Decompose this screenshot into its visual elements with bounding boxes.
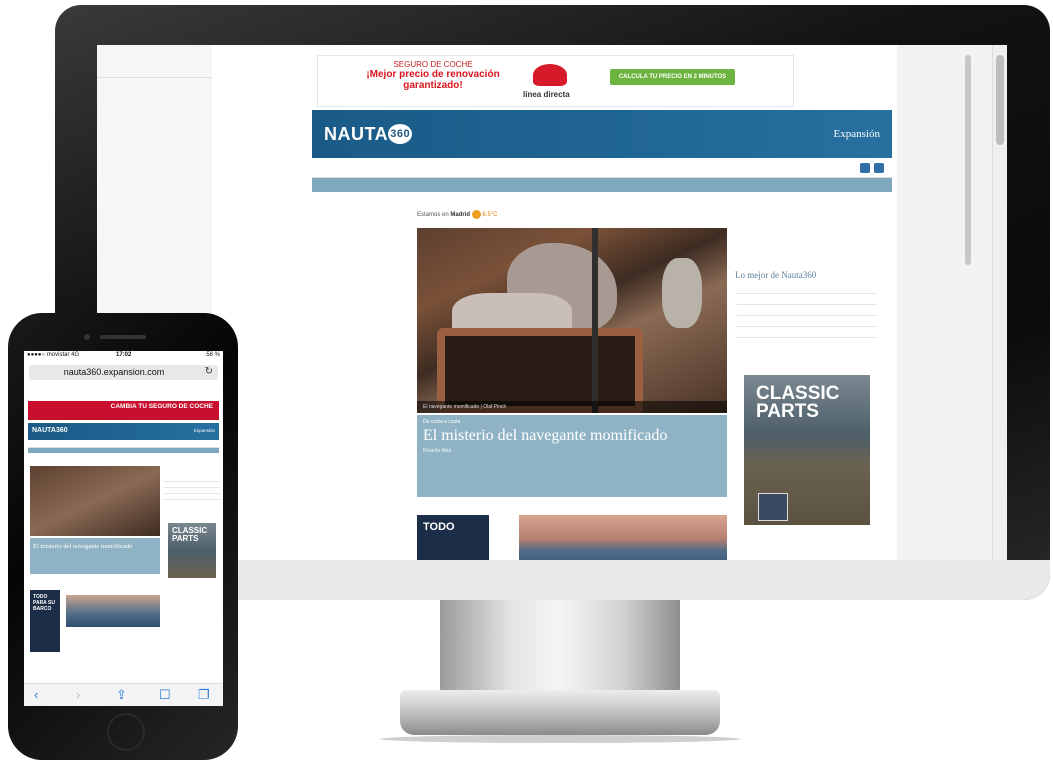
logo-text: NAUTA [324,124,389,144]
sidebar-item[interactable] [737,327,877,338]
sidebar-title: Lo mejor de Nauta360 [735,270,817,280]
ad-brand: línea directa [523,90,570,99]
nav-item[interactable] [316,170,329,176]
url-text[interactable]: nauta360.expansion.com [29,367,199,377]
mobile-ad-banner[interactable]: CAMBIA TU SEGURO DE COCHE [28,401,219,420]
weather-temp: 6.5°C [482,212,498,219]
safari-toolbar: ‹ › ⇪ ☐ ❐ [24,683,223,706]
back-icon[interactable]: ‹ [34,687,38,702]
sidebar-item[interactable] [164,494,220,500]
ad-headline: ¡Mejor precio de renovación garantizado! [366,69,500,91]
page-scrollbar[interactable] [965,55,971,265]
photo-shape [592,228,598,413]
mobile-site-header: NAUTA360 Expansión [28,423,219,440]
mobile-secondary-nav[interactable] [28,448,219,453]
mobile-magazine-title: CLASSIC PARTS [172,526,208,543]
address-bar[interactable]: nauta360.expansion.com ↻ [29,365,218,380]
article-kicker: De costa a costa [423,419,461,425]
featured-article[interactable]: De costa a costa El misterio del navegan… [417,415,727,497]
ad-cta-button[interactable]: CALCULA TU PRECIO EN 2 MINUTOS [610,69,735,85]
mobile-featured-article[interactable]: El misterio del navegante momificado [30,538,160,574]
monitor-stand-neck [440,600,680,695]
earpiece-speaker [100,335,146,339]
carrier-label: ●●●●○ movistar 4G [27,352,80,358]
photo-caption: El navegante momificado | Olaf Pinch [417,401,727,413]
site-header: NAUTA 360 Expansión [312,110,892,158]
forward-icon[interactable]: › [76,687,80,702]
facebook-icon[interactable] [874,163,884,173]
reload-icon[interactable]: ↻ [205,366,213,377]
ad-line1: SEGURO DE COCHE [393,60,473,69]
share-icon[interactable]: ⇪ [116,687,127,703]
clock: 17:02 [116,352,132,358]
secondary-nav [312,178,892,192]
weather-bar: Estamos en Madrid 6.5°C [417,210,497,219]
mobile-site-logo[interactable]: NAUTA360 [32,427,68,434]
smartphone: ●●●●○ movistar 4G 17:02 58 % nauta360.ex… [8,313,238,760]
logo-number: 360 [388,124,413,144]
home-button[interactable] [107,713,145,751]
sidebar-list [737,283,877,338]
sidebar-item[interactable] [737,305,877,316]
magazine-title: CLASSIC PARTS [756,383,840,422]
hero-image[interactable]: El navegante momificado | Olaf Pinch [417,228,727,413]
publisher-logo[interactable]: Expansión [834,128,880,140]
monitor-stand-base [400,690,720,735]
mobile-aerial-photo[interactable] [66,595,160,627]
sidebar-item[interactable] [737,283,877,294]
aerial-photo[interactable] [519,515,727,560]
nav-item[interactable] [393,170,403,176]
battery-level: 58 % [206,352,220,358]
magazine-badge [758,493,788,521]
window-scrollbar-thumb[interactable] [996,55,1004,145]
primary-nav [312,161,892,178]
mobile-article-headline[interactable]: El misterio del navegante momificado [33,543,132,550]
promo-text: TODO [423,521,455,533]
twitter-icon[interactable] [860,163,870,173]
promo-banner[interactable]: TODO [417,515,489,560]
weather-city: Madrid [450,212,471,219]
sidebar-item[interactable] [737,294,877,305]
mobile-publisher-logo[interactable]: Expansión [194,428,215,433]
sidebar-item[interactable] [737,316,877,327]
article-headline[interactable]: El misterio del navegante momificado [423,427,667,445]
photo-shape [662,258,702,328]
mobile-primary-nav[interactable] [28,441,219,448]
phone-screen: ●●●●○ movistar 4G 17:02 58 % nauta360.ex… [24,351,223,706]
article-author: Ricardo Mas [423,448,452,454]
nav-item[interactable] [344,170,354,176]
mobile-promo-text: TODO PARA SU BARCO [33,594,55,612]
sun-icon [471,210,481,219]
mobile-hero-image[interactable] [30,466,160,536]
weather-prefix: Estamos en [417,212,449,219]
bookmarks-icon[interactable]: ☐ [159,687,171,703]
mobile-promo-banner[interactable]: TODO PARA SU BARCO [30,590,60,652]
monitor-stand-shadow [380,735,740,743]
insurance-ad-banner[interactable]: SEGURO DE COCHE ¡Mejor precio de renovac… [317,55,794,107]
mobile-ad-text: CAMBIA TU SEGURO DE COCHE [110,403,213,410]
front-camera [84,334,90,340]
tabs-icon[interactable]: ❐ [198,687,210,703]
status-bar: ●●●●○ movistar 4G 17:02 58 % [24,351,223,361]
nav-item[interactable] [368,170,378,176]
site-logo[interactable]: NAUTA 360 [324,124,413,145]
window-scrollbar-track[interactable] [992,45,1007,560]
mobile-sidebar-list [164,476,220,500]
mobile-magazine-cover[interactable]: CLASSIC PARTS [168,523,216,578]
web-page: SEGURO DE COCHE ¡Mejor precio de renovac… [212,45,897,560]
car-icon [533,64,567,86]
divider [97,77,212,78]
magazine-cover[interactable]: CLASSIC PARTS [744,375,870,525]
